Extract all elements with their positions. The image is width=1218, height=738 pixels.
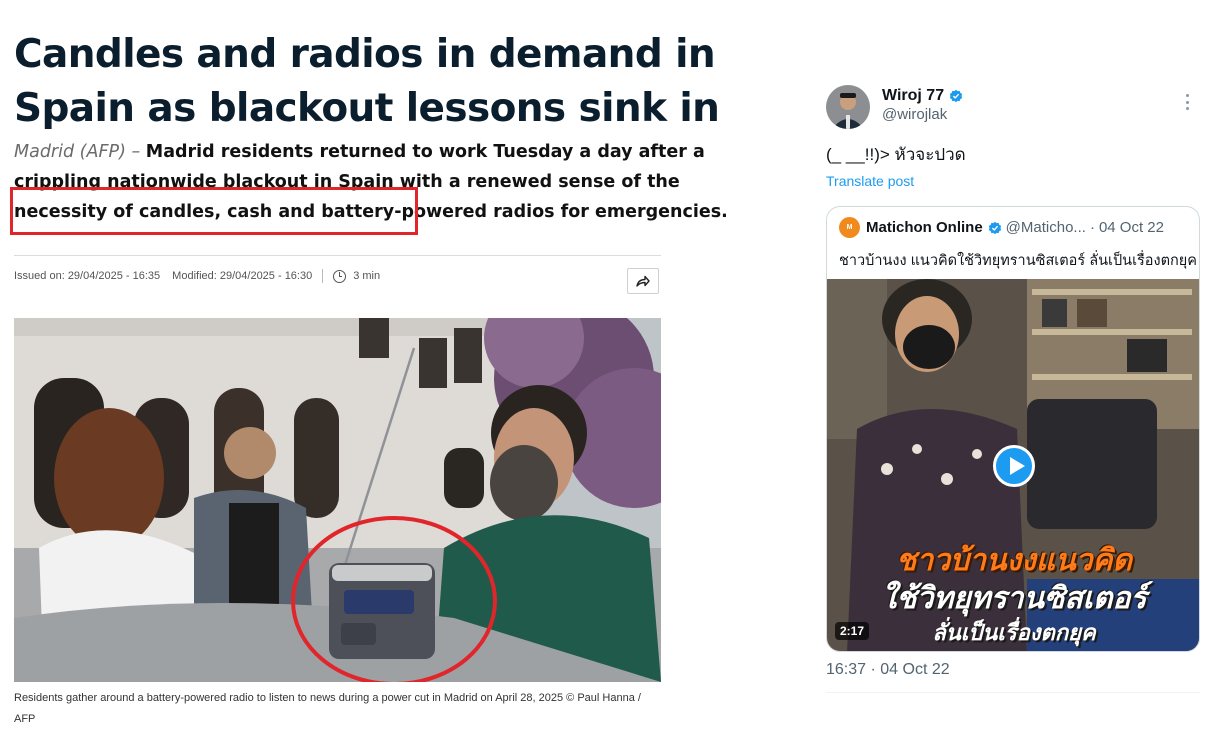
video-duration: 2:17 [835,622,870,640]
clock-icon [333,269,347,283]
avatar[interactable] [826,85,870,129]
article-title: Candles and radios in demand in Spain as… [14,32,720,131]
article-dateline: Madrid (AFP) – [14,142,141,162]
translate-post-link[interactable]: Translate post [826,173,914,189]
share-button[interactable] [627,268,659,294]
issued-date: Issued on: 29/04/2025 - 16:35 [14,270,161,282]
tweet-timestamp[interactable]: 16:37 · 04 Oct 22 [826,661,950,679]
meta-divider [14,255,661,256]
highlight-annotation [10,187,418,235]
quoted-date: 04 Oct 22 [1098,219,1164,236]
tweet-author-name[interactable]: Wiroj 77 [882,87,963,105]
tweet-text: (_ __!!)> หัวจะปวด [826,145,966,164]
quoted-tweet[interactable]: M Matichon Online @Maticho... · 04 Oct 2… [826,206,1200,652]
more-icon[interactable] [1186,94,1190,110]
read-time: 3 min [353,270,381,282]
verified-icon [949,89,963,103]
share-icon [636,275,650,287]
matichon-logo: M [839,217,860,238]
video-overlay-line3: ลั่นเป็นเรื่องตกยุค [932,621,1096,646]
play-icon[interactable] [993,445,1035,487]
verified-icon [988,221,1001,234]
quoted-tweet-text: ชาวบ้านงง แนวคิดใช้วิทยุทรานซิสเตอร์ ลั่… [839,253,1197,269]
photo-caption: Residents gather around a battery-powere… [14,692,641,725]
article-photo [14,318,661,682]
quoted-author-name: Matichon Online [866,219,983,236]
author-name-text[interactable]: Wiroj 77 [882,87,944,105]
tweet-author-handle[interactable]: @wirojlak [882,106,947,123]
tweet-divider [826,692,1200,693]
article-meta: Issued on: 29/04/2025 - 16:35 Modified: … [14,268,380,284]
quoted-video[interactable]: ชาวบ้านงงแนวคิด ใช้วิทยุทรานซิสเตอร์ ลั่… [827,279,1199,651]
quoted-tweet-header: M Matichon Online @Maticho... · 04 Oct 2… [839,217,1189,238]
modified-date: Modified: 29/04/2025 - 16:30 [172,270,313,282]
quoted-author-handle: @Maticho... [1005,219,1086,236]
